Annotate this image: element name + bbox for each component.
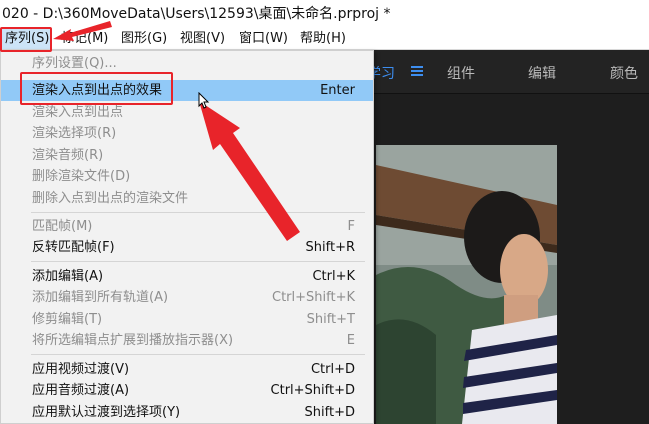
menu-markers[interactable]: 标记(M) (58, 28, 111, 49)
shortcut-label: Shift+D (304, 405, 355, 420)
mouse-cursor-icon (198, 92, 210, 109)
menu-view[interactable]: 视图(V) (177, 28, 228, 49)
workspace-tab-assembly[interactable]: 组件 (447, 63, 475, 83)
menu-separator (31, 354, 365, 355)
menu-item-trim-edit[interactable]: 修剪编辑(T) Shift+T (1, 309, 373, 330)
menu-graphics[interactable]: 图形(G) (118, 28, 170, 49)
menu-item-render-audio[interactable]: 渲染音频(R) (1, 145, 373, 166)
menu-separator (31, 212, 365, 213)
menu-item-reverse-match-frame[interactable]: 反转匹配帧(F) Shift+R (1, 237, 373, 258)
shortcut-label: Ctrl+Shift+D (270, 383, 355, 398)
shortcut-label: E (346, 333, 355, 348)
menu-help[interactable]: 帮助(H) (297, 28, 349, 49)
shortcut-label: Ctrl+Shift+K (272, 290, 355, 305)
menu-item-apply-audio-transition[interactable]: 应用音频过渡(A) Ctrl+Shift+D (1, 380, 373, 401)
menu-item-match-frame[interactable]: 匹配帧(M) F (1, 216, 373, 237)
menu-separator (31, 261, 365, 262)
menu-bar: 序列(S) 标记(M) 图形(G) 视图(V) 窗口(W) 帮助(H) (0, 28, 649, 50)
menu-item-render-in-to-out[interactable]: 渲染入点到出点 (1, 102, 373, 123)
menu-item-sequence-settings[interactable]: 序列设置(Q)... (1, 53, 373, 74)
shortcut-label: Shift+T (306, 312, 355, 327)
menu-item-apply-video-transition[interactable]: 应用视频过渡(V) Ctrl+D (1, 359, 373, 380)
menu-item-delete-render-files[interactable]: 删除渲染文件(D) (1, 166, 373, 187)
workspace-menu-icon[interactable] (411, 66, 423, 76)
shortcut-label: F (347, 219, 355, 234)
window-title: 020 - D:\360MoveData\Users\12593\桌面\未命名.… (0, 0, 649, 28)
annotation-box-menu-item (20, 72, 173, 105)
shortcut-label: Shift+R (305, 240, 355, 255)
menu-window[interactable]: 窗口(W) (236, 28, 291, 49)
menu-item-apply-default-transition[interactable]: 应用默认过渡到选择项(Y) Shift+D (1, 402, 373, 423)
annotation-box-menu (0, 27, 52, 52)
workspace-tab-color[interactable]: 颜色 (610, 63, 638, 83)
menu-item-add-edit-all-tracks[interactable]: 添加编辑到所有轨道(A) Ctrl+Shift+K (1, 287, 373, 308)
sequence-dropdown-menu: 序列设置(Q)... 渲染入点到出点的效果 Enter 渲染入点到出点 渲染选择… (0, 50, 374, 424)
menu-item-delete-render-files-in-to-out[interactable]: 删除入点到出点的渲染文件 (1, 188, 373, 209)
workspace-tab-editing[interactable]: 编辑 (528, 63, 556, 83)
menu-item-render-selection[interactable]: 渲染选择项(R) (1, 123, 373, 144)
shortcut-label: Enter (320, 83, 355, 98)
program-monitor-image (376, 145, 557, 424)
shortcut-label: Ctrl+D (310, 362, 355, 377)
shortcut-label: Ctrl+K (312, 269, 355, 284)
menu-item-extend-edit-to-playhead[interactable]: 将所选编辑点扩展到播放指示器(X) E (1, 330, 373, 351)
menu-item-add-edit[interactable]: 添加编辑(A) Ctrl+K (1, 266, 373, 287)
